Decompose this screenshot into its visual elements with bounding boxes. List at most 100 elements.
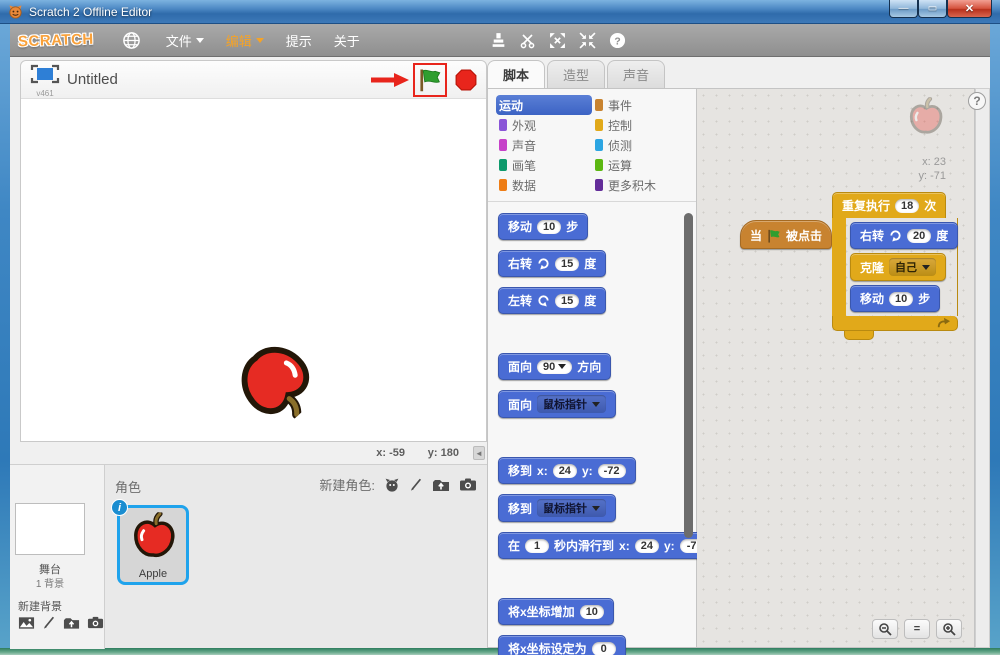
sprite-thumbnail-apple[interactable]: i Apple	[117, 505, 189, 585]
menu-item-3[interactable]: 关于	[334, 31, 360, 50]
number-input[interactable]: 15	[555, 257, 579, 271]
category-6[interactable]: 控制	[592, 115, 690, 135]
palette-block[interactable]: 将x坐标增加10	[498, 598, 614, 625]
cw-icon[interactable]	[889, 229, 902, 242]
stage-thumbnail[interactable]	[15, 503, 85, 555]
dropdown-menu[interactable]: 鼠标指针	[537, 395, 606, 413]
shrink-sprite-icon[interactable]	[579, 32, 596, 49]
palette-block[interactable]: 移到鼠标指针	[498, 494, 616, 522]
tab-0[interactable]: 脚本	[487, 60, 545, 88]
sprite-library-icon[interactable]	[384, 477, 400, 493]
palette-block[interactable]: 右转 15 度	[498, 250, 606, 277]
backdrop-library-icon[interactable]	[18, 616, 35, 630]
number-input[interactable]: 18	[895, 199, 919, 213]
category-4[interactable]: 数据	[496, 175, 592, 195]
palette-block[interactable]: 左转15度	[498, 287, 606, 314]
camera-icon[interactable]	[459, 478, 477, 491]
window-title: Scratch 2 Offline Editor	[29, 5, 152, 19]
apple-sprite-on-stage[interactable]	[226, 331, 318, 428]
block-text: 度	[584, 255, 596, 272]
palette-scrollbar-thumb[interactable]	[684, 213, 693, 538]
delete-scissors-icon[interactable]	[520, 33, 536, 49]
number-input[interactable]: 0	[592, 642, 616, 655]
palette-block[interactable]: 移动10步	[498, 213, 588, 240]
svg-text:?: ?	[614, 36, 620, 47]
language-globe-icon[interactable]	[122, 31, 141, 50]
category-9[interactable]: 更多积木	[592, 175, 690, 195]
palette-block[interactable]: 面向鼠标指针	[498, 390, 616, 418]
green-flag-icon	[767, 229, 781, 243]
minimize-button[interactable]: —	[889, 0, 918, 18]
category-7[interactable]: 侦测	[592, 135, 690, 155]
number-dropdown-input[interactable]: 90	[537, 360, 572, 374]
dropdown-menu[interactable]: 鼠标指针	[537, 499, 606, 517]
number-input[interactable]: 10	[580, 605, 604, 619]
number-input[interactable]: 24	[553, 464, 577, 478]
upload-icon[interactable]	[432, 478, 450, 492]
tab-1[interactable]: 造型	[547, 60, 605, 88]
category-8[interactable]: 运算	[592, 155, 690, 175]
palette-block[interactable]: 在1秒内滑行到x:24y:-7	[498, 532, 714, 559]
sprite-info-icon[interactable]: i	[111, 499, 128, 516]
script-area[interactable]: x: 23 y: -71 当被点击重复执行18次右转20度克隆自己移动10步 =	[697, 88, 975, 648]
upload-icon[interactable]	[63, 616, 80, 630]
fullscreen-icon[interactable]	[30, 64, 60, 84]
block-text: 右转	[508, 255, 532, 272]
when-flag-clicked-block[interactable]: 当被点击	[740, 220, 832, 249]
script-block[interactable]: 移动10步	[850, 285, 940, 312]
green-flag-button[interactable]	[417, 68, 443, 92]
menubar: SCRATCH 文件编辑提示关于	[10, 24, 990, 57]
menu-item-0[interactable]: 文件	[166, 31, 204, 50]
paintbrush-icon[interactable]	[409, 477, 423, 492]
maximize-button[interactable]: ▭	[918, 0, 947, 18]
dropdown-arrow-icon[interactable]	[592, 402, 600, 407]
camera-icon[interactable]	[87, 616, 104, 629]
zoom-in-button[interactable]	[936, 619, 962, 639]
tab-2[interactable]: 声音	[607, 60, 665, 88]
help-button[interactable]: ?	[968, 92, 986, 110]
repeat-block[interactable]: 重复执行18次右转20度克隆自己移动10步	[832, 192, 958, 340]
flag-icon[interactable]	[767, 229, 781, 243]
paintbrush-icon[interactable]	[42, 615, 56, 630]
script-block[interactable]: 克隆自己	[850, 253, 946, 281]
stop-button[interactable]	[455, 69, 477, 91]
ccw-icon[interactable]	[537, 294, 550, 307]
window-border-left	[0, 24, 10, 648]
dropdown-arrow-icon[interactable]	[922, 265, 930, 270]
number-input[interactable]: 10	[537, 220, 561, 234]
palette-scrollbar[interactable]	[684, 213, 694, 643]
category-5[interactable]: 事件	[592, 95, 690, 115]
number-input[interactable]: 10	[889, 292, 913, 306]
duplicate-stamp-icon[interactable]	[490, 32, 507, 49]
dropdown-arrow-icon[interactable]	[558, 364, 566, 369]
number-input[interactable]: -72	[598, 464, 626, 478]
number-input[interactable]: 15	[555, 294, 579, 308]
block-text: y:	[582, 464, 593, 478]
menu-item-2[interactable]: 提示	[286, 31, 312, 50]
category-1[interactable]: 外观	[496, 115, 592, 135]
menu-item-1[interactable]: 编辑	[226, 31, 264, 50]
grow-sprite-icon[interactable]	[549, 32, 566, 49]
close-button[interactable]: ✕	[947, 0, 992, 18]
palette-block[interactable]: 将x坐标设定为0	[498, 635, 626, 655]
zoom-reset-button[interactable]: =	[904, 619, 930, 639]
category-3[interactable]: 画笔	[496, 155, 592, 175]
zoom-out-button[interactable]	[872, 619, 898, 639]
block-help-icon[interactable]: ?	[609, 32, 626, 49]
cw-icon[interactable]	[537, 257, 550, 270]
number-input[interactable]: 20	[907, 229, 931, 243]
number-input[interactable]: 24	[635, 539, 659, 553]
script-block[interactable]: 右转20度	[850, 222, 958, 249]
dropdown-arrow-icon[interactable]	[592, 506, 600, 511]
project-title[interactable]: Untitled	[67, 71, 118, 88]
palette-block[interactable]: 面向90方向	[498, 353, 611, 380]
collapse-toggle-icon[interactable]: ◄	[473, 446, 485, 460]
dropdown-menu[interactable]: 自己	[889, 258, 936, 276]
palette-block[interactable]: 移到x:24y:-72	[498, 457, 636, 484]
category-0[interactable]: 运动	[496, 95, 592, 115]
number-input[interactable]: 1	[525, 539, 549, 553]
block-text: 移到	[508, 500, 532, 517]
stage-canvas[interactable]	[21, 99, 486, 441]
category-2[interactable]: 声音	[496, 135, 592, 155]
category-color-swatch	[595, 119, 603, 131]
